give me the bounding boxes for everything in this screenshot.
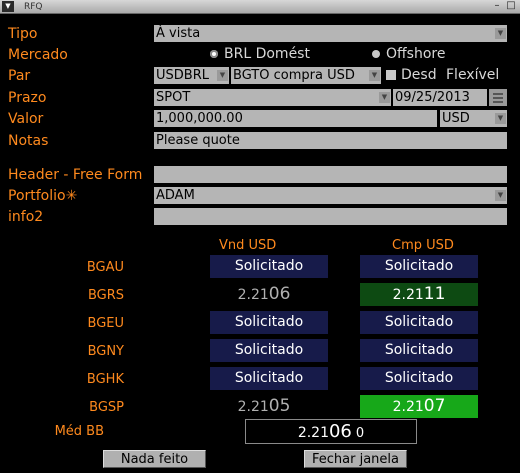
dropdown-arrow-icon[interactable]: ▼ <box>217 70 228 81</box>
price-sell-bgrs[interactable]: 2.2106 <box>205 283 323 306</box>
dropdown-arrow-icon[interactable]: ▼ <box>379 92 390 103</box>
price-main: 2.21 <box>392 399 424 415</box>
fechar-janela-button[interactable]: Fechar janela <box>304 450 407 468</box>
price-buy-bgrs[interactable]: 2.2111 <box>360 283 478 306</box>
info2-label: info2 <box>8 209 44 225</box>
price-pips: 11 <box>423 284 446 304</box>
mid-price-pips: 06 <box>328 421 352 442</box>
quote-buy-bgau[interactable]: Solicitado <box>360 255 478 278</box>
notas-input[interactable]: Please quote <box>154 132 507 149</box>
portfolio-select[interactable]: ADAM ▼ <box>154 187 507 204</box>
window-menu-icon[interactable]: ▼ <box>2 1 14 12</box>
bank-label-bgau: BGAU <box>86 260 124 275</box>
header-free-form-label: Header - Free Form <box>8 167 143 183</box>
currency-value: USD <box>442 111 470 126</box>
currency-select[interactable]: USD ▼ <box>440 110 507 127</box>
valor-label: Valor <box>8 111 44 127</box>
portfolio-label: Portfolio✳ <box>8 188 78 204</box>
desd-label: Desd <box>401 67 437 83</box>
date-input[interactable]: 09/25/2013 <box>393 89 487 106</box>
price-main: 2.21 <box>392 287 424 303</box>
price-sell-bgsp[interactable]: 2.2105 <box>205 395 323 418</box>
rate-value: BGTO compra USD <box>233 68 355 83</box>
prazo-select[interactable]: SPOT ▼ <box>154 89 391 106</box>
title-bar: ▼ RFQ – □ <box>0 0 520 14</box>
radio-offshore[interactable] <box>372 50 380 58</box>
price-pips: 07 <box>423 396 446 416</box>
bank-label-bgrs: BGRS <box>87 288 124 303</box>
quote-sell-bgny[interactable]: Solicitado <box>210 339 328 362</box>
flexivel-label: Flexível <box>446 67 500 83</box>
radio-offshore-label: Offshore <box>386 46 446 62</box>
pair-select[interactable]: USDBRL ▼ <box>154 67 229 84</box>
quote-buy-bgny[interactable]: Solicitado <box>360 339 478 362</box>
dropdown-arrow-icon[interactable]: ▼ <box>495 113 506 124</box>
bank-label-bgeu: BGEU <box>87 316 125 331</box>
prazo-value: SPOT <box>156 90 191 105</box>
restore-icon[interactable]: □ <box>505 1 517 12</box>
dropdown-arrow-icon[interactable]: ▼ <box>495 28 506 39</box>
tipo-select[interactable]: À vista ▼ <box>154 25 507 42</box>
radio-brl-domest[interactable] <box>210 50 218 58</box>
tipo-value: À vista <box>156 26 201 41</box>
window-title: RFQ <box>24 2 43 12</box>
amount-input[interactable]: 1,000,000.00 <box>154 110 437 127</box>
bank-label-bgny: BGNY <box>87 344 124 359</box>
sell-usd-header: Vnd USD <box>219 238 277 253</box>
notas-label: Notas <box>8 133 49 149</box>
desd-checkbox[interactable] <box>386 70 396 80</box>
prazo-label: Prazo <box>8 90 47 106</box>
portfolio-value: ADAM <box>156 188 195 203</box>
quote-sell-bgau[interactable]: Solicitado <box>210 255 328 278</box>
calendar-icon[interactable] <box>489 89 507 106</box>
info2-input[interactable] <box>154 208 507 225</box>
radio-brl-domest-label: BRL Domést <box>224 46 310 62</box>
buy-usd-header: Cmp USD <box>392 238 454 253</box>
price-main: 2.21 <box>237 399 269 415</box>
price-pips: 05 <box>268 396 291 416</box>
mid-label: Méd BB <box>54 424 104 439</box>
price-buy-bgsp[interactable]: 2.2107 <box>360 395 478 418</box>
dropdown-arrow-icon[interactable]: ▼ <box>495 190 506 201</box>
quote-buy-bgeu[interactable]: Solicitado <box>360 311 478 334</box>
bank-label-bghk: BGHK <box>86 372 124 387</box>
minimize-icon[interactable]: – <box>491 1 503 12</box>
price-main: 2.21 <box>237 287 269 303</box>
nada-feito-button[interactable]: Nada feito <box>103 450 206 468</box>
dropdown-arrow-icon[interactable]: ▼ <box>369 70 380 81</box>
quote-sell-bghk[interactable]: Solicitado <box>210 367 328 390</box>
mid-price-extra: 0 <box>355 426 365 441</box>
tipo-label: Tipo <box>8 26 38 42</box>
quote-buy-bghk[interactable]: Solicitado <box>360 367 478 390</box>
par-label: Par <box>8 68 31 84</box>
quote-sell-bgeu[interactable]: Solicitado <box>210 311 328 334</box>
header-free-form-input[interactable] <box>154 166 507 183</box>
bank-label-bgsp: BGSP <box>89 400 124 415</box>
mid-price-box: 2.2106 0 <box>245 419 417 444</box>
mercado-label: Mercado <box>8 47 68 63</box>
pair-value: USDBRL <box>156 68 209 83</box>
price-pips: 06 <box>268 284 291 304</box>
rate-select[interactable]: BGTO compra USD ▼ <box>231 67 381 84</box>
mid-price-main: 2.21 <box>297 425 329 441</box>
